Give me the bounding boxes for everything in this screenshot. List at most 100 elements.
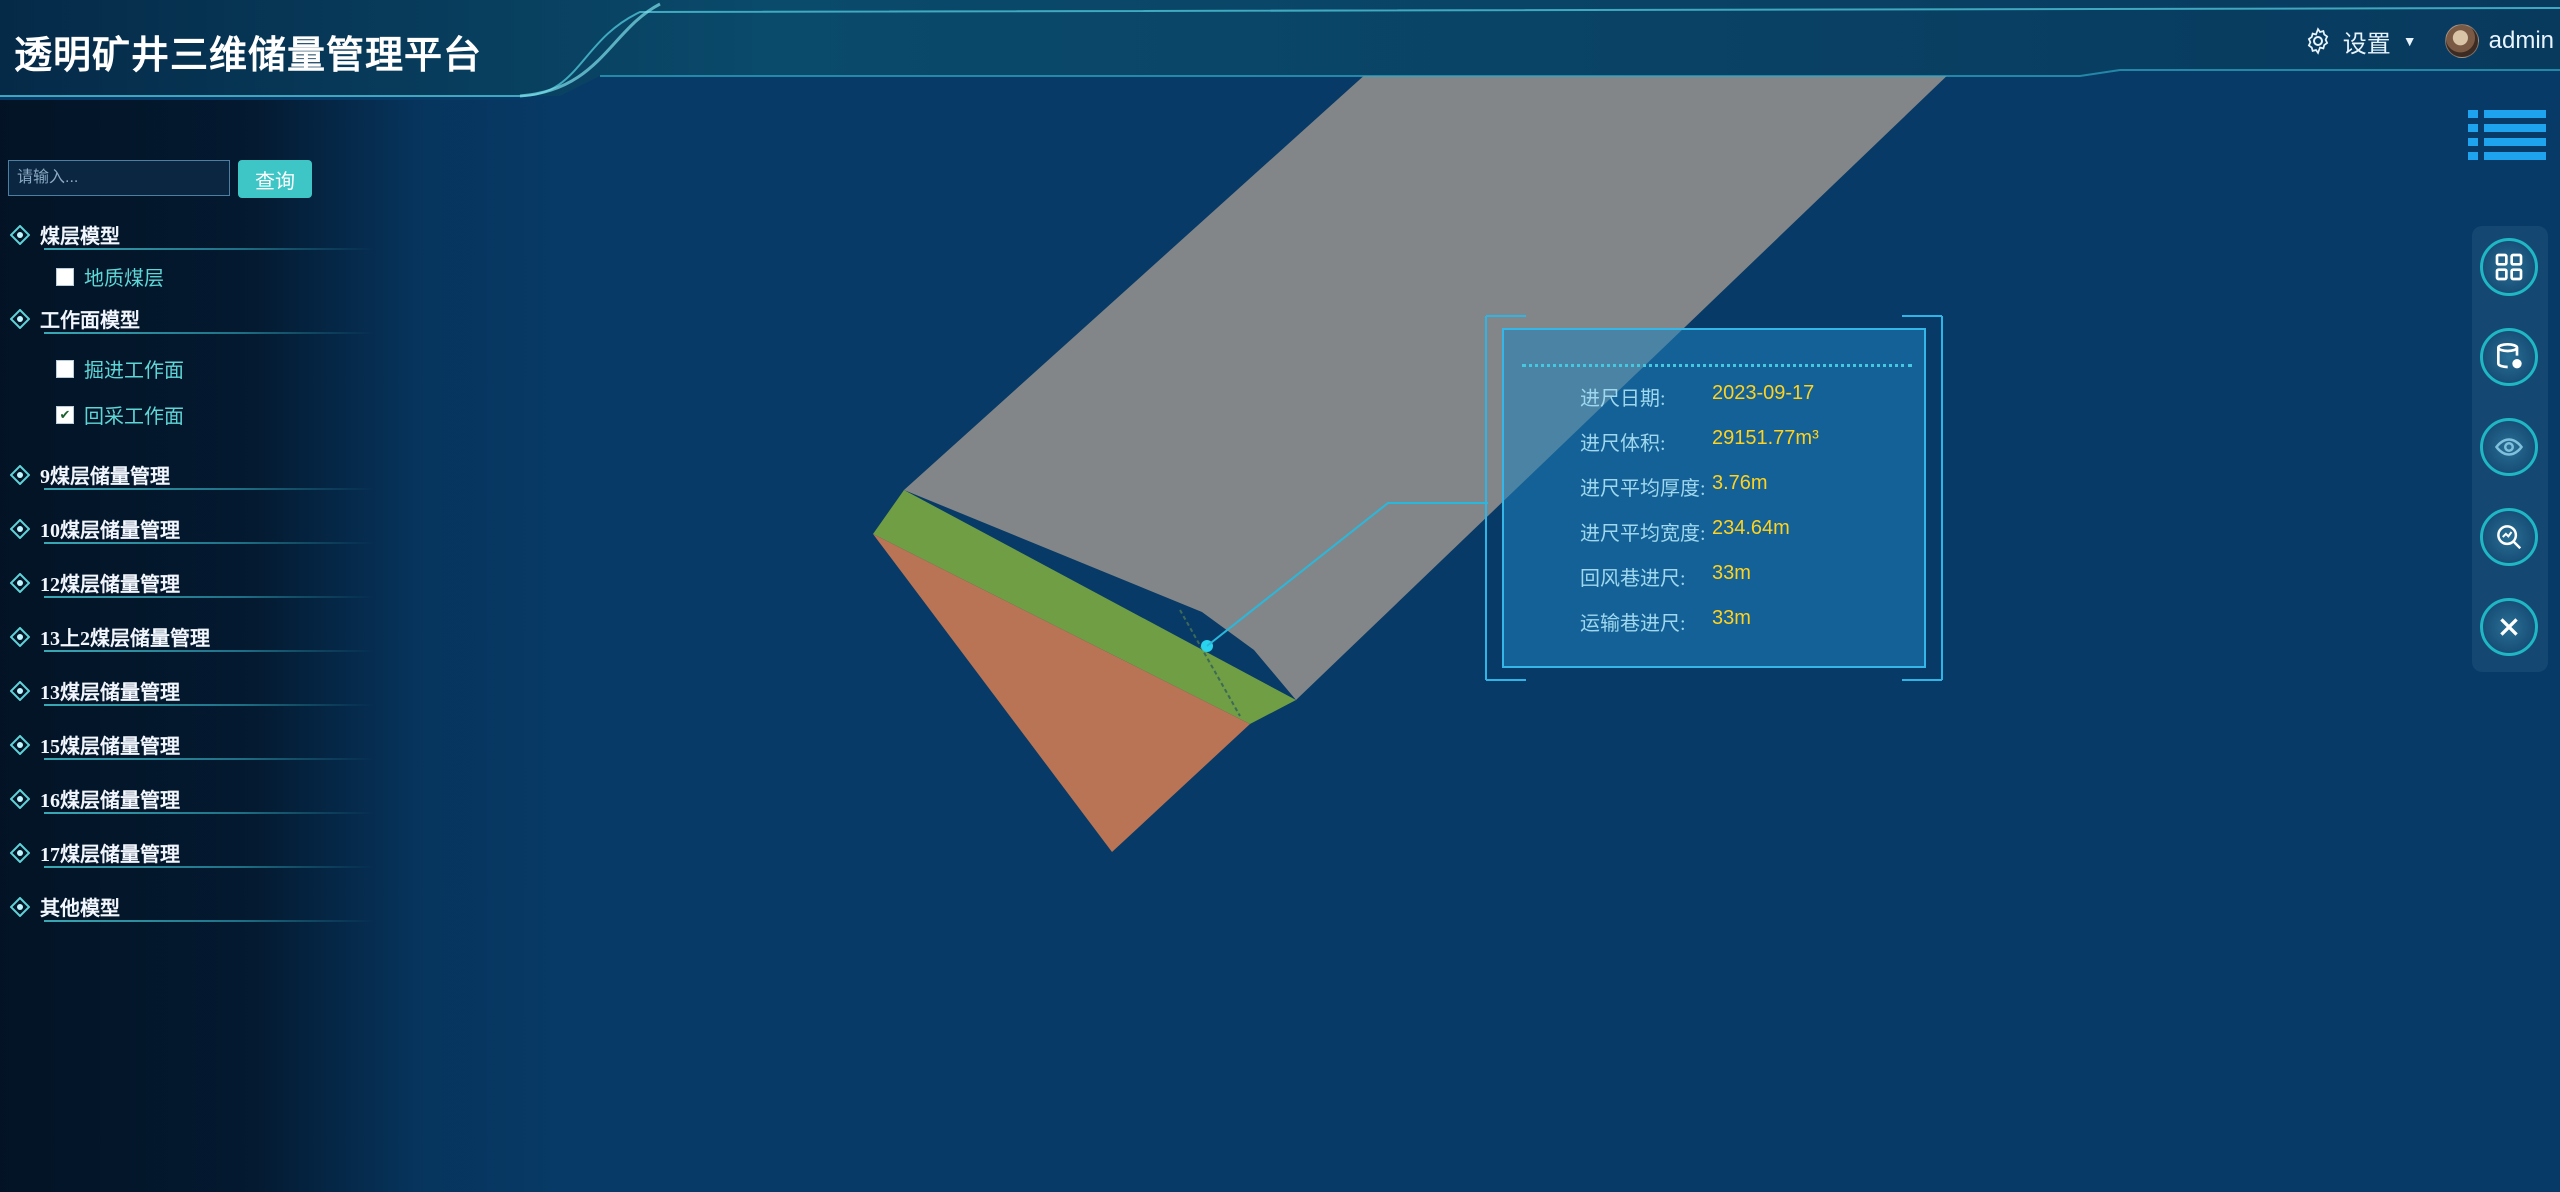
reserve-group-list: 9煤层储量管理 10煤层储量管理 12煤层储量管理 13上2煤层储量管理 13煤层储量管… bbox=[0, 444, 380, 930]
layout-grid-button[interactable] bbox=[2480, 238, 2538, 296]
diamond-node-icon bbox=[10, 224, 30, 245]
divider bbox=[44, 758, 374, 760]
info-label: 进尺日期: bbox=[1580, 388, 1666, 410]
layer-tree: 煤层模型 地质煤层 工作面模型 掘进工作面 ✔ 回采工作面 9煤层储量管理 10… bbox=[0, 212, 380, 930]
divider bbox=[44, 542, 374, 544]
tree-group-label: 工作面模型 bbox=[40, 310, 140, 332]
tree-item-geology-seam[interactable]: 地质煤层 bbox=[0, 252, 380, 296]
tree-group-7[interactable]: 16煤层储量管理 bbox=[0, 768, 380, 822]
info-label: 进尺平均厚度: bbox=[1580, 478, 1706, 500]
divider bbox=[44, 704, 374, 706]
eye-icon bbox=[2494, 438, 2524, 456]
list-icon[interactable] bbox=[2468, 110, 2546, 162]
info-row: 进尺日期: 2023-09-17 bbox=[1580, 382, 1814, 411]
tree-group-label: 13上2煤层储量管理 bbox=[40, 628, 210, 650]
avatar bbox=[2444, 24, 2479, 58]
right-toolbar bbox=[2472, 226, 2548, 672]
divider bbox=[44, 920, 374, 922]
diamond-node-icon bbox=[10, 788, 30, 809]
diamond-node-icon bbox=[10, 572, 30, 593]
close-icon bbox=[2500, 618, 2518, 636]
tree-group-label: 15煤层储量管理 bbox=[40, 736, 180, 758]
checkbox-checked[interactable]: ✔ bbox=[56, 405, 74, 424]
tree-group-5[interactable]: 13煤层储量管理 bbox=[0, 660, 380, 714]
diamond-node-icon bbox=[10, 680, 30, 701]
tree-group-6[interactable]: 15煤层储量管理 bbox=[0, 714, 380, 768]
info-label: 回风巷进尺: bbox=[1580, 568, 1686, 590]
analysis-button[interactable] bbox=[2480, 508, 2538, 566]
checkbox-unchecked[interactable] bbox=[56, 359, 74, 378]
info-row: 进尺平均厚度: 3.76m bbox=[1580, 472, 1768, 501]
search-button[interactable]: 查询 bbox=[238, 160, 312, 198]
visibility-button[interactable] bbox=[2480, 418, 2538, 476]
diamond-node-icon bbox=[10, 308, 30, 329]
database-icon bbox=[2497, 343, 2522, 369]
tree-item-label: 回采工作面 bbox=[84, 406, 184, 428]
diamond-node-icon bbox=[10, 626, 30, 647]
divider bbox=[44, 866, 374, 868]
chevron-down-icon: ▼ bbox=[2402, 33, 2417, 49]
tree-group-3[interactable]: 12煤层储量管理 bbox=[0, 552, 380, 606]
settings-menu[interactable]: 设置 ▼ bbox=[2303, 24, 2417, 59]
left-sidebar: 查询 煤层模型 地质煤层 工作面模型 掘进工作面 bbox=[0, 100, 560, 1192]
tree-group-label: 煤层模型 bbox=[40, 226, 120, 248]
divider bbox=[44, 332, 374, 334]
info-value: 3.76m bbox=[1712, 472, 1768, 494]
tree-group-label: 12煤层储量管理 bbox=[40, 574, 180, 596]
close-button[interactable] bbox=[2480, 598, 2538, 656]
divider bbox=[44, 248, 374, 250]
info-value: 33m bbox=[1712, 607, 1751, 629]
app-title: 透明矿井三维储量管理平台 bbox=[14, 35, 483, 77]
grid-icon bbox=[2495, 253, 2523, 281]
info-row: 回风巷进尺: 33m bbox=[1580, 562, 1751, 591]
tree-group-1[interactable]: 9煤层储量管理 bbox=[0, 444, 380, 498]
diamond-node-icon bbox=[10, 734, 30, 755]
tree-item-mining-face[interactable]: ✔ 回采工作面 bbox=[0, 390, 380, 444]
gear-icon bbox=[2307, 27, 2328, 55]
tree-group-label: 17煤层储量管理 bbox=[40, 844, 180, 866]
diamond-node-icon bbox=[10, 842, 30, 863]
tree-group-label: 其他模型 bbox=[40, 898, 120, 920]
diamond-node-icon bbox=[10, 464, 30, 485]
divider bbox=[44, 488, 374, 490]
tree-item-label: 地质煤层 bbox=[84, 268, 164, 290]
tree-group-4[interactable]: 13上2煤层储量管理 bbox=[0, 606, 380, 660]
checkbox-unchecked[interactable] bbox=[56, 267, 74, 286]
divider bbox=[44, 596, 374, 598]
settings-label: 设置 bbox=[2342, 30, 2391, 58]
info-row: 运输巷进尺: 33m bbox=[1580, 607, 1751, 636]
info-popup: 进尺日期: 2023-09-17 进尺体积: 29151.77m³ 进尺平均厚度: 3.7… bbox=[1502, 328, 1926, 668]
tree-group-working-face-model[interactable]: 工作面模型 bbox=[0, 296, 380, 336]
search-bar: 查询 bbox=[8, 160, 312, 198]
tree-group-8[interactable]: 17煤层储量管理 bbox=[0, 822, 380, 876]
info-value: 29151.77m³ bbox=[1712, 427, 1819, 449]
tree-group-2[interactable]: 10煤层储量管理 bbox=[0, 498, 380, 552]
info-row: 进尺体积: 29151.77m³ bbox=[1580, 427, 1819, 456]
tree-group-label: 9煤层储量管理 bbox=[40, 466, 170, 488]
username-label: admin bbox=[2488, 27, 2554, 54]
divider bbox=[44, 812, 374, 814]
info-label: 进尺平均宽度: bbox=[1580, 523, 1706, 545]
tree-group-label: 13煤层储量管理 bbox=[40, 682, 180, 704]
header-bar: 透明矿井三维储量管理平台 设置 ▼ admin bbox=[0, 0, 2560, 100]
user-menu[interactable]: admin bbox=[2444, 24, 2554, 58]
tree-group-label: 16煤层储量管理 bbox=[40, 790, 180, 812]
diamond-node-icon bbox=[10, 518, 30, 539]
tree-group-9[interactable]: 其他模型 bbox=[0, 876, 380, 930]
info-row: 进尺平均宽度: 234.64m bbox=[1580, 517, 1790, 546]
divider bbox=[1522, 364, 1912, 367]
info-value: 234.64m bbox=[1712, 517, 1790, 539]
divider bbox=[44, 650, 374, 652]
database-button[interactable] bbox=[2480, 328, 2538, 386]
info-label: 进尺体积: bbox=[1580, 433, 1666, 455]
tree-item-heading-face[interactable]: 掘进工作面 bbox=[0, 336, 380, 390]
tree-group-coal-seam-model[interactable]: 煤层模型 bbox=[0, 212, 380, 252]
tree-item-label: 掘进工作面 bbox=[84, 360, 184, 382]
tree-group-label: 10煤层储量管理 bbox=[40, 520, 180, 542]
info-value: 33m bbox=[1712, 562, 1751, 584]
info-label: 运输巷进尺: bbox=[1580, 613, 1686, 635]
diamond-node-icon bbox=[10, 896, 30, 917]
magnify-chart-icon bbox=[2497, 525, 2522, 550]
info-value: 2023-09-17 bbox=[1712, 382, 1815, 404]
search-input[interactable] bbox=[8, 160, 230, 196]
